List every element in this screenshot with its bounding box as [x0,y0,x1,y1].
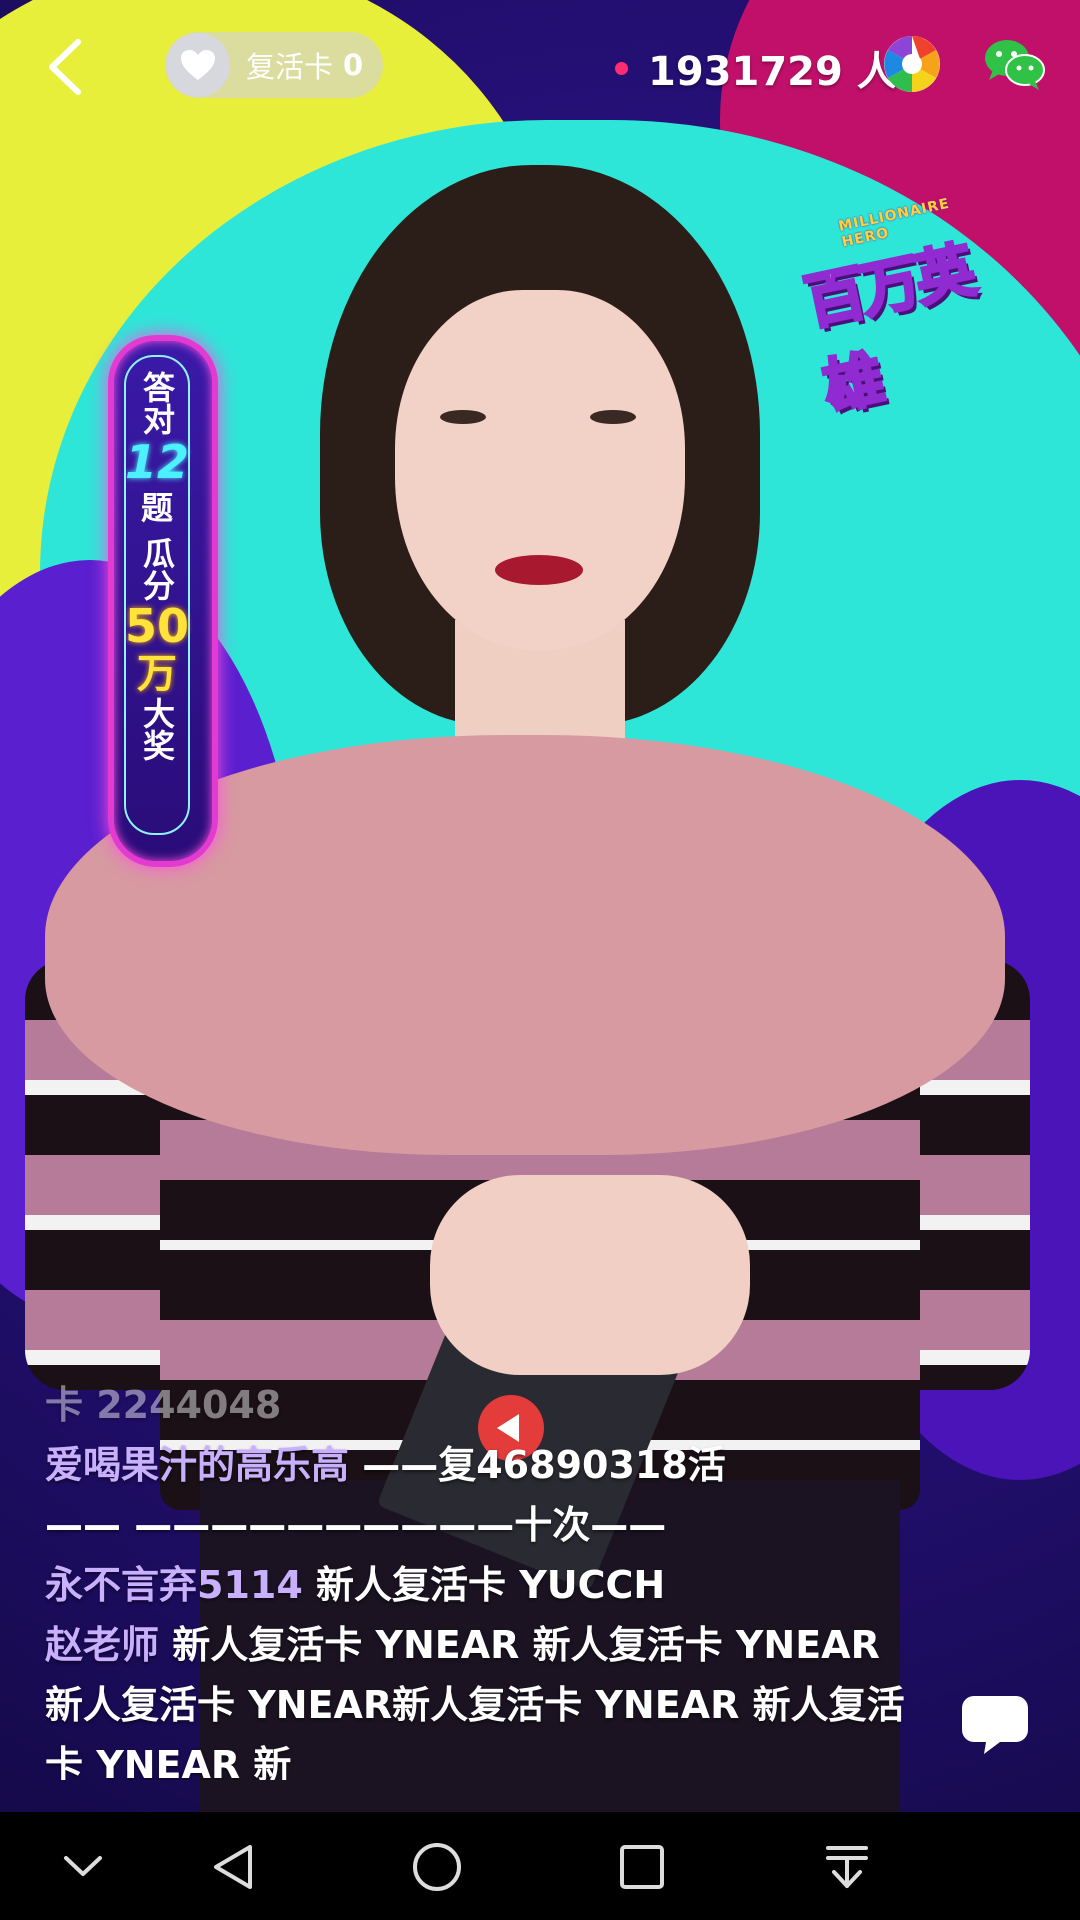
square-recents-icon [620,1845,664,1889]
host-lips [495,555,583,585]
back-button[interactable] [42,36,86,98]
comment-row: —— ——————————十次—— [45,1495,925,1555]
banner-prize-unit: 万 [137,651,177,697]
prize-banner: 答对 12 题 瓜分 50 万 大奖 [108,335,218,867]
aperture-share-icon[interactable] [882,34,942,94]
host-eye-left [440,410,486,424]
revive-card-badge[interactable]: 复活卡 0 [165,32,383,98]
live-dot-icon [615,61,628,75]
nav-chevron-down-button[interactable] [58,1842,108,1892]
banner-text-share: 瓜分 [138,537,176,601]
banner-text-questions: 题 [140,489,173,527]
prize-banner-inner: 答对 12 题 瓜分 50 万 大奖 [124,355,190,835]
viewer-count-text: 1931729 人 [648,49,897,95]
host-face [395,290,685,650]
host-hands [430,1175,750,1375]
nav-notifications-button[interactable] [822,1842,872,1892]
live-comments: 卡 2244048 爱喝果汁的高乐高 ——复46890318活 —— —————… [45,1375,925,1780]
comment-row: 卡 2244048 [45,1375,925,1435]
viewer-count: 1931729 人 [615,40,897,96]
chevron-down-icon [64,1856,102,1876]
revive-card-count: 0 [343,48,364,82]
wechat-icon[interactable] [983,38,1045,92]
heart-icon [166,33,230,97]
chat-bubble-icon [962,1696,1028,1754]
host-eye-right [590,410,636,424]
nav-back-button[interactable] [210,1842,260,1892]
comment-row: 爱喝果汁的高乐高 ——复46890318活 [45,1435,925,1495]
comment-text: —— ——————————十次—— [45,1503,667,1547]
comment-row: 永不言弃5114 新人复活卡 YUCCH [45,1555,925,1615]
comment-username[interactable]: 永不言弃5114 [45,1563,303,1607]
nav-recents-button[interactable] [617,1842,667,1892]
comment-username[interactable]: 爱喝果汁的高乐高 [45,1443,349,1487]
banner-text-answer: 答对 [138,371,176,435]
comment-text: 新人复活卡 YUCCH [302,1563,666,1607]
comment-text: ——复46890318活 [349,1443,726,1487]
comment-username[interactable]: 赵老师 [45,1623,159,1667]
comment-text: 卡 2244048 [45,1383,282,1427]
comment-row: 赵老师 新人复活卡 YNEAR 新人复活卡 YNEAR 新人复活卡 YNEAR新… [45,1615,925,1780]
banner-text-grand-prize: 大奖 [138,697,176,761]
revive-card-label: 复活卡 [246,50,334,84]
circle-home-icon [413,1843,461,1891]
triangle-back-icon [214,1845,252,1889]
pull-down-icon [826,1846,868,1888]
nav-home-button[interactable] [412,1842,462,1892]
chevron-left-icon [49,39,81,95]
comment-text: 新人复活卡 YNEAR 新人复活卡 YNEAR 新人复活卡 YNEAR新人复活卡… [45,1623,905,1780]
system-navigation-bar [0,1812,1080,1920]
chat-bubble-button[interactable] [960,1690,1030,1760]
banner-question-count: 12 [125,435,190,489]
banner-prize-amount: 50 [125,599,190,653]
